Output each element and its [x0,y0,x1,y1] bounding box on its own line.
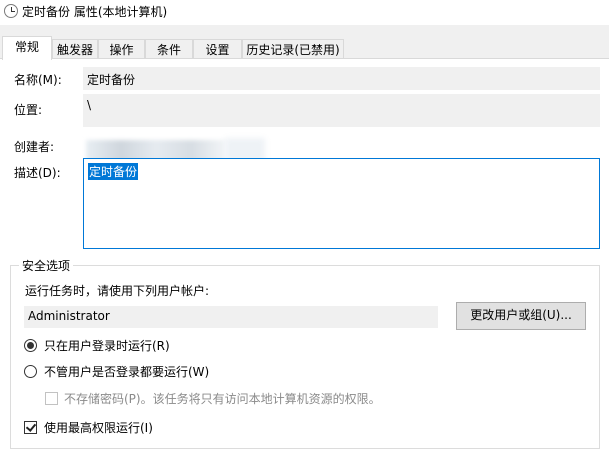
description-label: 描述(D): [14,166,61,180]
tab-strip: 常规 触发器 操作 条件 设置 历史记录(已禁用) [0,36,609,60]
title-bar: 定时备份 属性(本地计算机) [0,0,609,25]
general-panel: 名称(M): 定时备份 位置: \ 创建者: 描述(D): 定时备份 安全选项 … [0,58,609,453]
tab-triggers[interactable]: 触发器 [52,39,98,59]
run-as-prompt: 运行任务时，请使用下列用户帐户: [25,284,210,298]
name-label: 名称(M): [14,73,62,87]
run-whether-logged-radio[interactable] [24,365,37,378]
tab-actions[interactable]: 操作 [98,39,145,59]
location-label: 位置: [14,103,43,117]
tab-general[interactable]: 常规 [2,36,52,60]
location-field[interactable]: \ [83,94,600,127]
author-label: 创建者: [14,140,55,154]
name-field[interactable]: 定时备份 [83,67,600,90]
tab-settings[interactable]: 设置 [193,39,242,59]
highest-privileges-checkbox[interactable] [24,421,37,434]
run-logged-on-radio[interactable] [24,339,37,352]
run-logged-on-label[interactable]: 只在用户登录时运行(R) [44,337,170,354]
description-textarea[interactable]: 定时备份 [83,158,600,249]
no-store-password-label: 不存储密码(P)。该任务将只有访问本地计算机资源的权限。 [64,392,381,406]
tab-history[interactable]: 历史记录(已禁用) [242,39,344,59]
security-options-group: 安全选项 运行任务时，请使用下列用户帐户: Administrator 更改用户… [10,257,600,449]
user-account-value: Administrator [28,309,110,323]
task-scheduler-icon [4,4,18,18]
highest-privileges-label[interactable]: 使用最高权限运行(I) [44,419,153,436]
tab-conditions[interactable]: 条件 [145,39,193,59]
no-store-password-checkbox[interactable] [45,392,58,405]
location-value: \ [87,98,92,112]
change-user-button[interactable]: 更改用户或组(U)... [456,302,586,330]
window-title: 定时备份 属性(本地计算机) [22,5,168,19]
security-options-title: 安全选项 [19,257,74,274]
description-value: 定时备份 [88,163,139,180]
run-whether-logged-label[interactable]: 不管用户是否登录都要运行(W) [44,363,209,380]
name-value: 定时备份 [87,73,136,87]
user-account-field: Administrator [24,306,438,328]
